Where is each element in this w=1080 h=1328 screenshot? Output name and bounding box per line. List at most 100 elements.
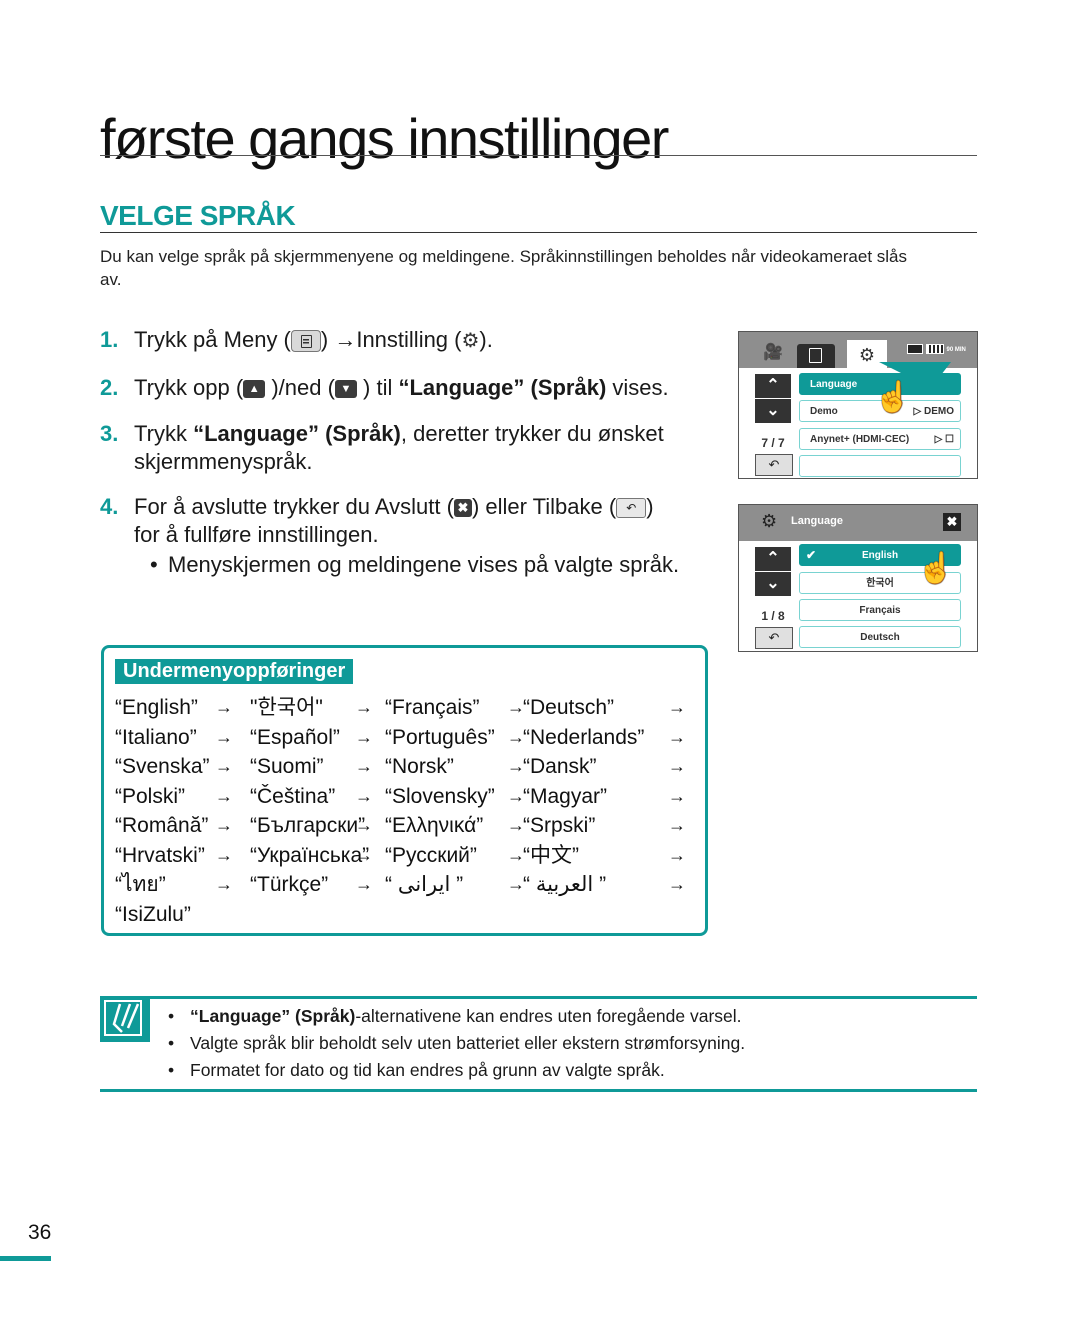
- arrow-icon: →: [215, 697, 233, 717]
- step-number: 3.: [100, 421, 119, 446]
- battery-icon: [926, 343, 944, 354]
- back-icon: ↶: [616, 498, 647, 519]
- arrow-icon: →: [668, 874, 686, 894]
- language-entry: “Español”: [250, 725, 340, 749]
- submenu-label: Undermenyoppføringer: [115, 659, 354, 684]
- page-indicator: 1 / 8: [761, 609, 785, 623]
- step-4: 4. For å avslutte trykker du Avslutt (✖) …: [100, 493, 720, 549]
- scroll-up-button[interactable]: ⌃: [755, 547, 791, 571]
- close-button[interactable]: ✖: [943, 513, 961, 531]
- arrow-icon: →: [668, 785, 686, 806]
- section-divider: [100, 232, 977, 233]
- sub-bullet-text: Menyskjermen og meldingene vises på valg…: [168, 552, 680, 577]
- step-number: 4.: [100, 494, 119, 519]
- language-entry: “Hrvatski”: [115, 843, 205, 867]
- language-entry: “ ایرانی ”: [385, 873, 464, 896]
- note-item: • Valgte språk blir beholdt selv uten bat…: [168, 1033, 746, 1053]
- language-entry: “Deutsch”: [523, 696, 615, 719]
- touch-hand-icon: ☝: [917, 552, 955, 585]
- language-entry: “Slovensky”: [385, 784, 495, 808]
- note-text: Valgte språk blir beholdt selv uten batt…: [190, 1033, 746, 1053]
- scroll-down-button[interactable]: ⌄: [755, 399, 791, 423]
- bullet-dot: •: [150, 552, 158, 577]
- scroll-down-button[interactable]: ⌄: [755, 572, 791, 596]
- arrow-icon: →: [215, 815, 233, 835]
- section-title: VELGE SPRÅK: [100, 200, 296, 231]
- menu-item-label: Demo: [810, 406, 838, 417]
- step-text: ): [646, 494, 654, 519]
- step-1: 1. Trykk på Meny () →Innstilling (⚙).: [100, 326, 720, 355]
- step-text: Trykk opp (: [134, 375, 244, 400]
- step-text: ) →Innstilling (: [320, 327, 462, 352]
- step-text: Trykk: [134, 421, 194, 446]
- language-option-french[interactable]: Français: [799, 599, 961, 621]
- note-icon: [100, 996, 150, 1042]
- menu-item-label: Anynet+ (HDMI-CEC): [810, 434, 910, 445]
- language-entry: “Srpski”: [523, 814, 596, 837]
- title-divider: [100, 155, 977, 156]
- arrow-icon: →: [355, 785, 373, 806]
- screen-title: Language: [791, 515, 843, 527]
- gear-icon: ⚙: [461, 330, 480, 353]
- scroll-up-button[interactable]: ⌃: [755, 374, 791, 398]
- step-bold-text: “Language” (Språk): [193, 421, 401, 446]
- step-text: Trykk på Meny (: [134, 327, 291, 352]
- camera-mode-icon[interactable]: 🎥: [763, 342, 783, 362]
- language-entry: “IsiZulu”: [115, 902, 191, 926]
- step-number: 1.: [100, 327, 119, 352]
- arrow-icon: →: [355, 726, 373, 747]
- language-option-label: Deutsch: [860, 632, 900, 643]
- language-entry: “Suomi”: [250, 755, 324, 778]
- camera-screen-settings: 🎥 ⚙ 90 MIN ⌃ ⌄ 7 / 7 ↶ Language Demo ▷ DE…: [738, 331, 978, 479]
- note-divider-bottom: [100, 1089, 977, 1092]
- arrow-icon: →: [215, 874, 233, 894]
- language-entry: “Dansk”: [523, 755, 597, 778]
- arrow-icon: →: [355, 756, 373, 776]
- menu-tab[interactable]: [797, 344, 835, 368]
- language-entry: “Polski”: [115, 784, 186, 808]
- language-entry: “Čeština”: [250, 784, 336, 808]
- language-entry: “ العربية ”: [523, 873, 607, 896]
- touch-hand-icon: ☝: [874, 381, 912, 414]
- menu-item-empty[interactable]: [799, 455, 961, 477]
- step-text: vises.: [606, 375, 669, 400]
- note-divider-top: [100, 996, 977, 999]
- step-text: for å fullføre innstillingen.: [134, 522, 379, 547]
- language-entry: “English”: [115, 696, 198, 719]
- step-text: ) eller Tilbake (: [471, 494, 617, 519]
- language-option-label: 한국어: [866, 578, 894, 589]
- back-button[interactable]: ↶: [755, 627, 793, 649]
- language-entry: “Украïнська”: [250, 843, 370, 867]
- step-3: 3. Trykk “Language” (Språk), deretter tr…: [100, 420, 720, 476]
- menu-item-label: Language: [810, 379, 858, 390]
- language-entry: “Türkçe”: [250, 873, 329, 896]
- battery-time: 90 MIN: [946, 347, 966, 353]
- intro-paragraph: Du kan velge språk på skjermmenyene og m…: [100, 247, 908, 289]
- down-arrow-icon: ▼: [334, 380, 357, 399]
- arrow-icon: →: [668, 726, 686, 747]
- arrow-icon: →: [215, 726, 233, 747]
- arrow-icon: →: [355, 844, 373, 865]
- page-number-bar: [0, 1256, 51, 1261]
- language-entry: “Ελληνικά”: [385, 814, 484, 837]
- up-arrow-icon: ▲: [243, 380, 266, 399]
- arrow-icon: →: [355, 815, 373, 835]
- menu-item-value: ▷ DEMO: [913, 406, 954, 417]
- language-entry: “Nederlands”: [523, 725, 645, 749]
- language-entry: “Italiano”: [115, 725, 197, 749]
- page-indicator: 7 / 7: [761, 436, 785, 450]
- arrow-icon: →: [215, 756, 233, 776]
- step-text: ) til: [356, 375, 399, 400]
- language-entry: “Magyar”: [523, 784, 608, 808]
- language-entry: “中文”: [523, 843, 579, 867]
- language-option-label: Français: [859, 605, 901, 616]
- language-entry: “ไทย”: [115, 873, 166, 896]
- menu-item-anynet[interactable]: Anynet+ (HDMI-CEC) ▷ ☐: [799, 428, 961, 450]
- language-option-german[interactable]: Deutsch: [799, 626, 961, 648]
- language-option-label: English: [861, 550, 899, 561]
- arrow-icon: →: [668, 815, 686, 835]
- language-entry: “Français”: [385, 696, 480, 719]
- back-button[interactable]: ↶: [755, 454, 793, 476]
- sub-bullet: • Menyskjermen og meldingene vises på val…: [150, 552, 679, 578]
- arrow-icon: →: [355, 697, 373, 717]
